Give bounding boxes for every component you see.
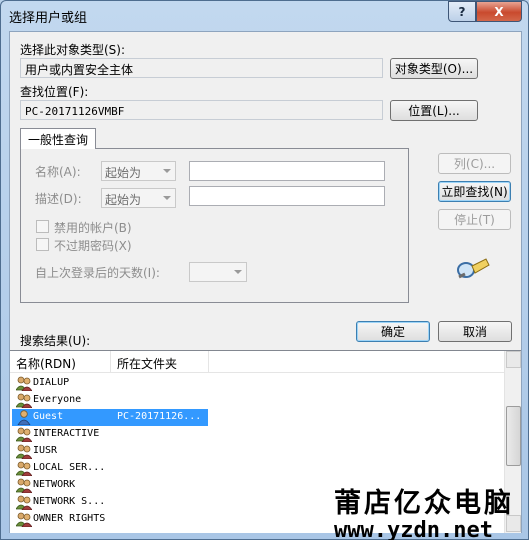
ok-button[interactable]: 确定	[356, 321, 430, 342]
non-expiring-password-checkbox[interactable]	[36, 238, 49, 251]
name-input[interactable]	[189, 161, 385, 181]
stop-button[interactable]: 停止(T)	[438, 209, 511, 230]
group-icon	[15, 393, 33, 409]
scroll-thumb[interactable]	[506, 406, 521, 466]
group-icon	[15, 495, 33, 511]
result-name: INTERACTIVE	[33, 428, 100, 439]
watermark: 莆店亿众电脑 www.yzdn.net	[334, 481, 514, 540]
list-item[interactable]: DIALUP	[12, 375, 502, 392]
result-name: Guest	[33, 411, 64, 422]
chevron-down-icon	[163, 169, 171, 173]
location-label: 查找位置(F):	[20, 85, 89, 99]
search-results-label: 搜索结果(U):	[20, 334, 91, 348]
general-queries-panel: 名称(A): 起始为 描述(D): 起始为 禁用的帐户(B) 不过期密码(X) …	[20, 148, 409, 303]
result-name: IUSR	[33, 445, 58, 456]
watermark-url: www.yzdn.net	[334, 518, 493, 540]
user-icon	[16, 410, 32, 426]
window-title: 选择用户或组	[9, 11, 88, 26]
name-mode-combo[interactable]: 起始为	[101, 161, 176, 181]
group-icon	[15, 512, 33, 528]
select-users-dialog: 选择用户或组 ? X 选择此对象类型(S): 用户或内置安全主体 对象类型(O)…	[0, 0, 529, 540]
description-label: 描述(D):	[35, 192, 82, 206]
group-icon	[15, 461, 33, 477]
result-name: NETWORK	[33, 479, 76, 490]
disabled-accounts-checkbox[interactable]	[36, 220, 49, 233]
watermark-title: 莆店亿众电脑	[334, 488, 514, 519]
object-type-field: 用户或内置安全主体	[20, 58, 383, 78]
close-icon: X	[494, 4, 504, 19]
group-icon	[15, 427, 33, 443]
result-name: NETWORK S...	[33, 496, 106, 507]
result-name: OWNER RIGHTS	[33, 513, 106, 524]
result-name: Everyone	[33, 394, 82, 405]
chevron-down-icon	[163, 196, 171, 200]
close-button[interactable]: X	[476, 1, 522, 22]
columns-button[interactable]: 列(C)...	[438, 153, 511, 174]
group-icon	[15, 478, 33, 494]
column-header-folder[interactable]: 所在文件夹	[111, 351, 209, 373]
tab-general-queries[interactable]: 一般性查询	[20, 128, 96, 149]
non-expiring-password-label: 不过期密码(X)	[54, 239, 132, 253]
result-name: LOCAL SER...	[33, 462, 106, 473]
list-item[interactable]: LOCAL SER...	[12, 460, 502, 477]
description-mode-combo[interactable]: 起始为	[101, 188, 176, 208]
list-item[interactable]: Guest PC-20171126...	[12, 409, 502, 426]
scroll-up-button[interactable]	[506, 351, 521, 368]
location-field: PC-20171126VMBF	[20, 100, 383, 120]
list-item[interactable]: INTERACTIVE	[12, 426, 502, 443]
list-item[interactable]: IUSR	[12, 443, 502, 460]
locations-button[interactable]: 位置(L)...	[390, 100, 478, 121]
column-header-name[interactable]: 名称(RDN)	[10, 351, 111, 373]
find-now-button[interactable]: 立即查找(N)	[438, 181, 511, 202]
description-input[interactable]	[189, 186, 385, 206]
result-name: DIALUP	[33, 377, 70, 388]
group-icon	[15, 376, 33, 392]
name-mode-value: 起始为	[105, 166, 142, 180]
object-type-label: 选择此对象类型(S):	[20, 43, 126, 57]
group-icon	[15, 444, 33, 460]
list-item[interactable]: Everyone	[12, 392, 502, 409]
help-icon: ?	[458, 4, 466, 19]
result-folder: PC-20171126...	[117, 411, 202, 422]
title-bar[interactable]: 选择用户或组 ? X	[1, 1, 528, 31]
cancel-button[interactable]: 取消	[438, 321, 512, 342]
disabled-accounts-label: 禁用的帐户(B)	[54, 221, 132, 235]
column-header-filler	[209, 351, 504, 373]
name-label: 名称(A):	[35, 165, 81, 179]
search-flashlight-icon	[457, 258, 490, 279]
dialog-body: 选择此对象类型(S): 用户或内置安全主体 对象类型(O)... 查找位置(F)…	[9, 31, 522, 533]
days-since-logon-combo[interactable]	[189, 262, 247, 282]
days-since-logon-label: 自上次登录后的天数(I):	[35, 266, 160, 280]
help-button[interactable]: ?	[448, 1, 476, 22]
chevron-down-icon	[234, 270, 242, 274]
description-mode-value: 起始为	[105, 193, 142, 207]
object-types-button[interactable]: 对象类型(O)...	[390, 58, 478, 79]
